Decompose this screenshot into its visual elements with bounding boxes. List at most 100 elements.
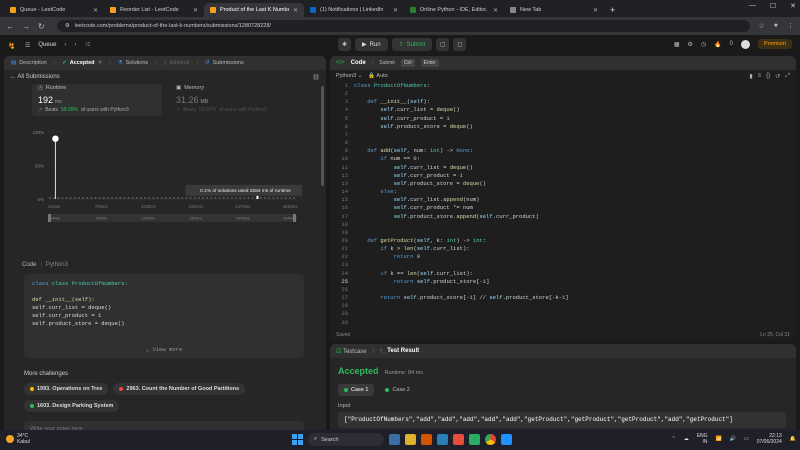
edge-icon[interactable] [437,434,448,445]
browser-tab[interactable]: Queue - LeetCode ✕ [4,3,104,17]
left-scrollbar[interactable] [321,86,324,186]
challenge-chip[interactable]: 1603. Design Parking System [24,400,120,412]
next-problem-icon[interactable]: › [74,42,76,48]
vscode-icon[interactable] [501,434,512,445]
editor-tab-code[interactable]: Code [351,60,366,66]
browser-tab[interactable]: Online Python - IDE, Editor, Co ✕ [404,3,504,17]
code-line[interactable]: 4 self.curr_list = deque() [330,106,796,114]
debug-icon[interactable]: ✱ [338,38,351,51]
code-line[interactable]: 26 [330,286,796,294]
code-line[interactable]: 18 [330,221,796,229]
code-line[interactable]: 30 [330,319,796,327]
code-line[interactable]: 1 class ProductOfNumbers: [330,82,796,90]
premium-button[interactable]: Premium [757,39,792,49]
code-line[interactable]: 9 def add(self, num: int) -> None: [330,147,796,155]
close-tab-icon[interactable]: ✕ [98,60,103,66]
memory-card[interactable]: ▣ Memory 31.26 MB ↗ Beats 50.97% of users wit… [170,84,300,116]
close-tab-icon[interactable]: ✕ [493,7,498,14]
run-button[interactable]: ▶ Run [355,38,388,51]
profile-icon[interactable]: ● [774,22,778,30]
code-line[interactable]: 15 self.curr_list.append(num) [330,196,796,204]
timer-icon[interactable]: ◷ [701,41,706,48]
volume-icon[interactable]: 🔊 [730,436,736,442]
browser-tab[interactable]: Product of the Last K Numbers ✕ [204,3,304,17]
wifi-icon[interactable]: 📶 [716,436,722,442]
tab-testcase[interactable]: ☑ Testcase [336,348,367,355]
layout-icon[interactable]: ▦ [674,41,680,48]
list-icon[interactable]: ☰ [25,42,30,49]
code-line[interactable]: 25 return self.product_store[-1] [330,278,796,286]
battery-icon[interactable]: ▭ [744,436,749,442]
code-line[interactable]: 5 self.curr_product = 1 [330,115,796,123]
code-editor[interactable]: 1 class ProductOfNumbers: 2 3 def __init__… [330,82,796,330]
reload-icon[interactable]: ↻ [38,22,45,31]
forward-icon[interactable]: → [22,22,30,31]
language-select[interactable]: Python3 ⌄ [336,73,362,79]
tab-submissions[interactable]: ↺ Submissions [202,60,247,66]
tab-test-result[interactable]: ›_ Test Result [380,348,419,354]
chrome-icon[interactable] [485,434,496,445]
minimize-icon[interactable]: — [749,2,756,10]
code-line[interactable]: 20 def getProduct(self, k: int) -> int: [330,237,796,245]
shuffle-icon[interactable]: ⤨ [84,42,89,49]
spotify-icon[interactable] [469,434,480,445]
maximize-icon[interactable]: ☐ [770,2,776,10]
code-line[interactable]: 23 [330,261,796,269]
close-tab-icon[interactable]: ✕ [193,7,198,14]
code-line[interactable]: 11 self.curr_list = deque() [330,164,796,172]
code-line[interactable]: 28 [330,302,796,310]
clock[interactable]: 22:13 07/06/2024 [757,433,782,445]
problem-list-title[interactable]: Queue [38,42,56,48]
braces-icon[interactable]: {} [766,73,770,80]
chat-icon[interactable]: ◻ [453,38,467,51]
code-line[interactable]: 12 self.curr_product = 1 [330,172,796,180]
code-line[interactable]: 8 [330,139,796,147]
case-2-tab[interactable]: Case 2 [379,384,415,396]
tab-editorial[interactable]: ▯ Editorial [161,60,193,66]
file-explorer-icon[interactable] [405,434,416,445]
close-tab-icon[interactable]: ✕ [593,7,598,14]
menu-icon[interactable]: ⋮ [787,22,794,30]
task-view-icon[interactable] [389,434,400,445]
all-submissions-link[interactable]: ← All Submissions [10,74,60,80]
case-1-tab[interactable]: Case 1 [338,384,375,396]
settings-icon[interactable]: ⚙ [688,41,693,48]
tray-chevron-icon[interactable]: ⌃ [671,436,675,442]
auto-mode-toggle[interactable]: 🔒 Auto [368,73,387,79]
reset-icon[interactable]: ↺ [775,73,780,80]
cloud-icon[interactable]: ☁ [684,436,689,442]
code-line[interactable]: 3 def __init__(self): [330,98,796,106]
submit-button[interactable]: ⇪ Submit [391,38,433,51]
code-line[interactable]: 22 return 0 [330,253,796,261]
tab-accepted[interactable]: ✔ Accepted ✕ [59,60,105,66]
streak-icon[interactable]: 🔥 [714,41,721,48]
back-icon[interactable]: ← [6,22,14,31]
start-button[interactable] [292,434,303,445]
runtime-card[interactable]: ◷ Runtime 192 ms ↗ Beats 59.09% of users with… [32,84,162,116]
bookmark-star-icon[interactable]: ☆ [758,22,764,30]
language-indicator[interactable]: ENG IN [697,433,708,445]
office-icon[interactable] [453,434,464,445]
share-icon[interactable]: ⛓ [312,74,320,81]
address-bar[interactable]: ⚙ leetcode.com/problems/product-of-the-l… [56,20,751,32]
tab-solutions[interactable]: ⚗ Solutions [115,60,152,66]
code-line[interactable]: 6 self.product_store = deque() [330,123,796,131]
avatar[interactable] [740,39,750,49]
new-tab-button[interactable]: + [604,5,621,17]
close-tab-icon[interactable]: ✕ [93,7,98,14]
code-line[interactable]: 14 else: [330,188,796,196]
runtime-distribution-chart[interactable]: 100% 50% 0% 104ms 783ms 1332ms 1901ms 2470ms 304… [30,122,302,242]
leetcode-logo-icon[interactable]: ↯ [8,41,17,51]
code-line[interactable]: 2 [330,90,796,98]
tab-description[interactable]: ▤ Description [8,60,50,66]
notification-icon[interactable]: 🔔 [790,436,796,442]
browser-tab[interactable]: (1) Notifications | LinkedIn ✕ [304,3,404,17]
challenge-chip[interactable]: 2963. Count the Number of Good Partition… [113,383,246,395]
site-info-icon[interactable]: ⚙ [65,23,70,29]
code-line[interactable]: 21 if k > len(self.curr_list): [330,245,796,253]
code-line[interactable]: 10 if num == 0: [330,155,796,163]
code-line[interactable]: 27 return self.product_store[-1] // self… [330,294,796,302]
code-line[interactable]: 16 self.curr_product *= num [330,204,796,212]
browser-tab[interactable]: New Tab ✕ [504,3,604,17]
challenge-chip[interactable]: 1993. Operations on Tree [24,383,109,395]
